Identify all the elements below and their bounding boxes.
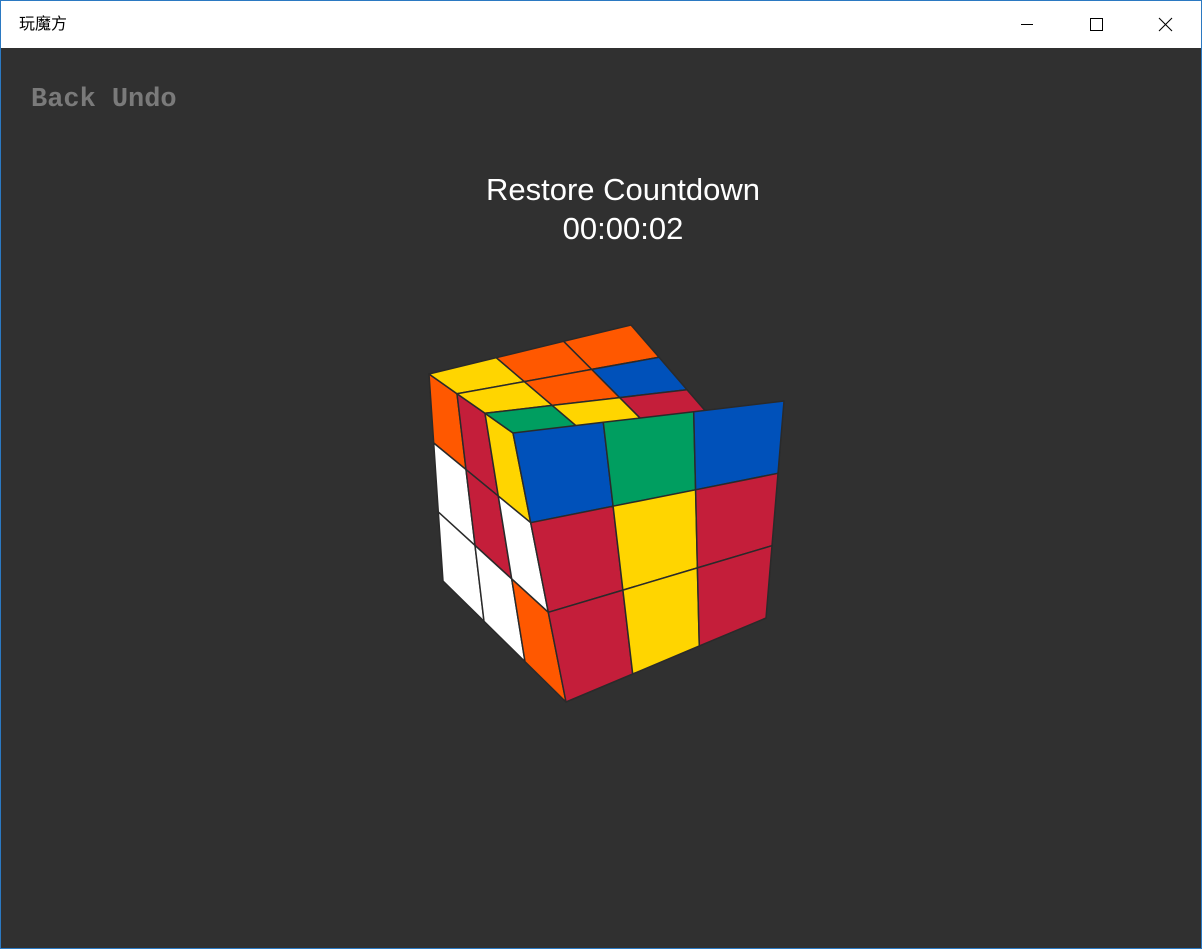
minimize-icon	[1021, 24, 1033, 25]
close-button[interactable]	[1142, 1, 1188, 48]
game-area: Back Undo Restore Countdown 00:00:02	[1, 48, 1201, 948]
maximize-icon	[1090, 18, 1103, 31]
window-title: 玩魔方	[19, 14, 68, 33]
maximize-button[interactable]	[1073, 1, 1119, 48]
rubiks-cube[interactable]	[1, 48, 1201, 948]
minimize-button[interactable]	[1004, 1, 1050, 48]
cube-sticker-front-0-0[interactable]	[512, 421, 614, 524]
title-bar: 玩魔方	[1, 1, 1201, 48]
app-window: 玩魔方 Back Undo Restore Countdown 00:00:02	[0, 0, 1202, 949]
close-icon	[1158, 17, 1173, 32]
